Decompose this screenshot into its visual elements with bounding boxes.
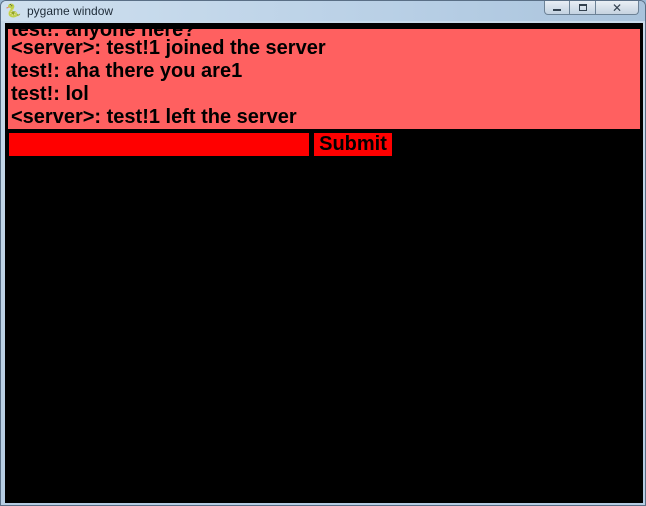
- close-button[interactable]: ✕: [596, 1, 639, 15]
- submit-button[interactable]: Submit: [314, 133, 392, 156]
- maximize-button[interactable]: [570, 1, 596, 15]
- message-input[interactable]: [9, 133, 309, 156]
- minimize-button[interactable]: [544, 1, 570, 15]
- game-canvas: test!: anyone here? <server>: test!1 joi…: [5, 23, 643, 503]
- window-title: pygame window: [27, 4, 114, 18]
- chat-message: <server>: test!1 joined the server: [11, 37, 326, 59]
- window-controls: ✕: [544, 1, 639, 15]
- chat-message: <server>: test!1 left the server: [11, 106, 297, 128]
- pygame-snake-icon: 🐍: [5, 3, 22, 18]
- minimize-icon: [553, 9, 561, 11]
- chat-message: test!: aha there you are1: [11, 60, 243, 82]
- title-bar[interactable]: 🐍 pygame window ✕: [1, 1, 645, 21]
- maximize-icon: [578, 4, 587, 11]
- chat-message: test!: lol: [11, 83, 89, 105]
- close-icon: ✕: [611, 0, 623, 15]
- app-window: 🐍 pygame window ✕ test!: anyone here? <s…: [0, 0, 646, 506]
- chat-log: test!: anyone here? <server>: test!1 joi…: [8, 29, 640, 129]
